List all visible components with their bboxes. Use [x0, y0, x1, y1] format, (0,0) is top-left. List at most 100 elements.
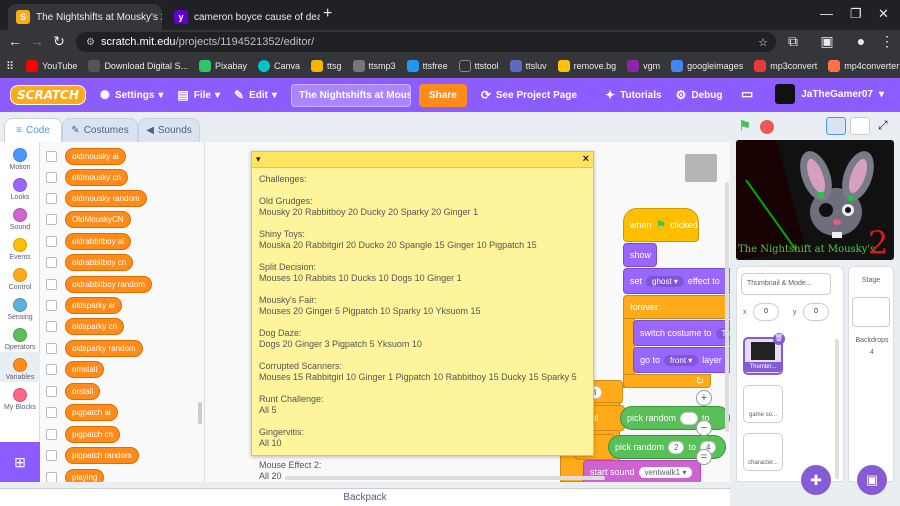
- variable-block[interactable]: pigpatch random: [65, 446, 139, 464]
- bookmark-item[interactable]: YouTube: [26, 60, 77, 72]
- fullscreen-icon[interactable]: ⤢: [878, 118, 888, 133]
- variable-checkbox[interactable]: [46, 320, 57, 332]
- go-to-layer-block[interactable]: go to front ▾ layer: [633, 347, 730, 373]
- restore-icon[interactable]: ❐: [850, 6, 862, 22]
- variable-block[interactable]: pigpatch ai: [65, 403, 118, 421]
- backpack[interactable]: Backpack: [0, 488, 730, 506]
- bookmark-item[interactable]: vgm: [627, 60, 660, 72]
- variable-row[interactable]: oldmousky ai: [40, 147, 126, 165]
- category-motion[interactable]: Motion: [0, 148, 40, 171]
- bookmark-item[interactable]: mp4converter: [828, 60, 899, 72]
- number-input[interactable]: 2: [668, 440, 685, 454]
- tutorials-button[interactable]: ✦ Tutorials: [605, 88, 662, 102]
- variable-checkbox[interactable]: [46, 278, 57, 290]
- variable-block[interactable]: oldmousky cn: [65, 168, 128, 186]
- delete-sprite-icon[interactable]: 🗑: [773, 333, 785, 345]
- x-input[interactable]: 0: [753, 303, 779, 321]
- sound-dropdown[interactable]: ventwalk1 ▾: [638, 466, 693, 478]
- bookmark-item[interactable]: googleimages: [671, 60, 743, 72]
- variable-row[interactable]: oldsparky ai: [40, 296, 122, 314]
- category-control[interactable]: Control: [0, 268, 40, 291]
- variable-checkbox[interactable]: [46, 342, 57, 354]
- sprite-thumbnail[interactable]: character...: [743, 433, 783, 471]
- variable-row[interactable]: oldmousky cn: [40, 168, 128, 186]
- variable-block[interactable]: oldmousky random: [65, 189, 147, 207]
- browser-tab-search[interactable]: y cameron boyce cause of death ×: [166, 4, 320, 30]
- category-sound[interactable]: Sound: [0, 208, 40, 231]
- variable-checkbox[interactable]: [46, 363, 57, 375]
- variable-block[interactable]: pigpatch cn: [65, 425, 120, 443]
- share-button[interactable]: Share: [419, 83, 467, 107]
- switch-costume-block[interactable]: switch costume to Thu: [633, 320, 730, 346]
- tab-sounds[interactable]: ◀ Sounds: [138, 118, 200, 142]
- variable-block[interactable]: orstall: [65, 382, 101, 400]
- show-block[interactable]: show: [623, 243, 657, 267]
- minimize-icon[interactable]: —: [820, 6, 833, 21]
- see-project-page-button[interactable]: ⟳ See Project Page: [481, 88, 577, 102]
- variable-checkbox[interactable]: [46, 235, 57, 247]
- variable-block[interactable]: oldsparky random: [65, 339, 143, 357]
- comment-header[interactable]: ▾ ×: [252, 152, 593, 168]
- category-sensing[interactable]: Sensing: [0, 298, 40, 321]
- variable-row[interactable]: oldrabbitboy cn: [40, 253, 134, 271]
- variable-checkbox[interactable]: [46, 171, 57, 183]
- close-window-icon[interactable]: ✕: [878, 6, 889, 22]
- edit-menu[interactable]: ✎ Edit ▾: [234, 88, 277, 102]
- zoom-in-icon[interactable]: +: [696, 390, 712, 406]
- variable-row[interactable]: oldsparky cn: [40, 317, 124, 335]
- forward-icon[interactable]: →: [28, 33, 46, 49]
- bookmark-item[interactable]: Canva: [258, 60, 300, 72]
- green-flag-icon[interactable]: ⚑: [738, 117, 751, 135]
- bookmark-item[interactable]: ttsmp3: [352, 60, 396, 72]
- stop-icon[interactable]: [760, 120, 774, 134]
- forever-block[interactable]: forever: [623, 295, 730, 319]
- close-icon[interactable]: ×: [583, 153, 589, 165]
- category-variables[interactable]: Variables: [0, 352, 40, 382]
- effect-dropdown[interactable]: ghost ▾: [646, 275, 684, 287]
- variable-checkbox[interactable]: [46, 471, 57, 482]
- variable-row[interactable]: orstall: [40, 382, 101, 400]
- zoom-out-icon[interactable]: −: [696, 420, 712, 436]
- variable-row[interactable]: playing: [40, 468, 105, 482]
- variable-row[interactable]: oldsparky random: [40, 339, 143, 357]
- variable-block[interactable]: oldsparky ai: [65, 296, 122, 314]
- variable-block[interactable]: oldmousky ai: [65, 147, 126, 165]
- scratch-logo[interactable]: SCRATCH: [10, 85, 86, 105]
- y-input[interactable]: 0: [803, 303, 829, 321]
- layer-dropdown[interactable]: front ▾: [664, 354, 699, 366]
- variable-block[interactable]: oldrabbitboy ai: [65, 232, 132, 250]
- debug-button[interactable]: ⚙ Debug: [676, 88, 723, 102]
- pick-random-block[interactable]: pick random to: [620, 406, 730, 430]
- variable-checkbox[interactable]: [46, 299, 57, 311]
- variable-block[interactable]: oldrabbitboy cn: [65, 253, 134, 271]
- comment-text[interactable]: Challenges: Old Grudges: Mousky 20 Rabbi…: [252, 168, 593, 488]
- bookmark-star-icon[interactable]: ☆: [758, 36, 768, 49]
- browser-menu-icon[interactable]: ⋮: [878, 33, 896, 50]
- large-stage-icon[interactable]: [850, 117, 870, 135]
- settings-menu[interactable]: ✺ Settings ▾: [100, 88, 164, 102]
- variable-checkbox[interactable]: [46, 213, 57, 225]
- variable-row[interactable]: oldrabbitboy random: [40, 275, 152, 293]
- user-menu[interactable]: ▭ JaTheGamer07 ▾: [741, 84, 884, 104]
- stage-thumbnail[interactable]: [852, 297, 890, 327]
- bookmark-item[interactable]: Pixabay: [198, 60, 247, 72]
- address-bar[interactable]: ⚙ scratch.mit.edu /projects/1194521352/e…: [76, 32, 776, 52]
- variable-block[interactable]: oldsparky cn: [65, 317, 124, 335]
- browser-tab-scratch[interactable]: S The Nightshifts at Mousky's 2 o ×: [8, 4, 162, 30]
- variable-checkbox[interactable]: [46, 192, 57, 204]
- new-tab-icon[interactable]: +: [323, 5, 332, 23]
- add-backdrop-button[interactable]: ▣: [857, 465, 887, 495]
- stage-canvas[interactable]: The Nightshift at Mousky's 2: [736, 140, 894, 260]
- project-title-input[interactable]: The Nightshifts at Mousky...: [291, 83, 412, 107]
- sprite-thumbnail[interactable]: game so...: [743, 385, 783, 423]
- category-events[interactable]: Events: [0, 238, 40, 261]
- workspace-vertical-scrollbar[interactable]: [725, 182, 729, 432]
- number-input[interactable]: [680, 411, 699, 425]
- variable-checkbox[interactable]: [46, 385, 57, 397]
- variable-row[interactable]: pigpatch ai: [40, 403, 118, 421]
- variable-row[interactable]: oldmousky random: [40, 189, 147, 207]
- variable-row[interactable]: pigpatch random: [40, 446, 139, 464]
- category-operators[interactable]: Operators: [0, 328, 40, 351]
- workspace-comment[interactable]: ▾ × Challenges: Old Grudges: Mousky 20 R…: [251, 151, 594, 481]
- file-menu[interactable]: ▤ File ▾: [177, 88, 220, 102]
